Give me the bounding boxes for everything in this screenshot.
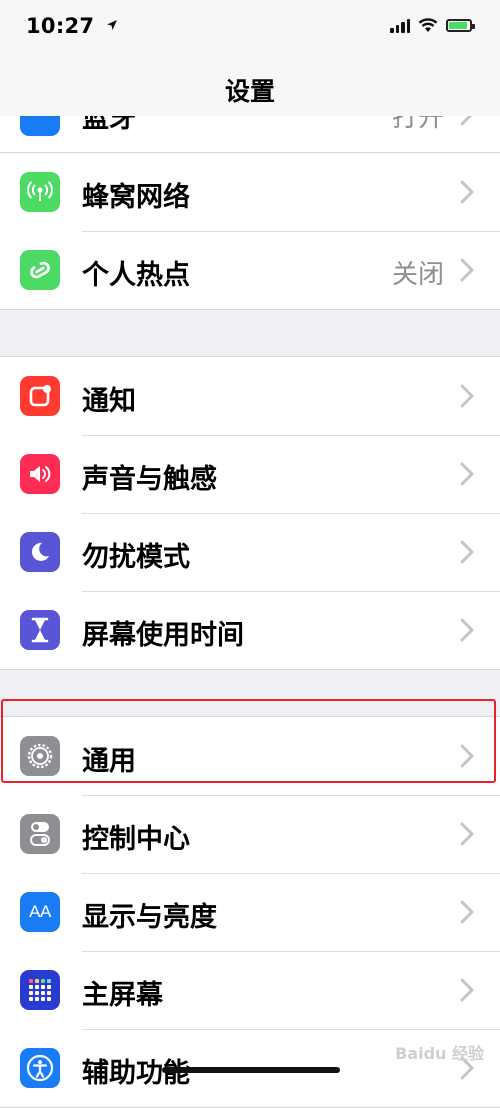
chevron-right-icon	[460, 978, 474, 1002]
row-label: 蓝牙	[82, 116, 136, 134]
status-bar: 10:27	[0, 0, 500, 58]
settings-row-do-not-disturb[interactable]: 勿扰模式	[0, 513, 500, 591]
row-label: 控制中心	[82, 824, 190, 855]
chevron-right-icon	[460, 822, 474, 846]
settings-group-notifications: 通知 声音与触感 勿扰模式 屏幕使用时间	[0, 356, 500, 670]
chevron-right-icon	[460, 116, 473, 126]
cellular-signal-icon	[390, 18, 410, 33]
home-indicator[interactable]	[162, 1067, 340, 1073]
row-value: 打开	[391, 116, 444, 133]
settings-row-sounds[interactable]: 声音与触感	[0, 435, 500, 513]
row-label: 个人热点	[82, 260, 190, 291]
chevron-right-icon	[460, 540, 474, 564]
moon-icon	[20, 532, 60, 572]
row-label: 显示与亮度	[82, 902, 217, 933]
chevron-right-icon	[460, 384, 474, 408]
bluetooth-icon	[20, 116, 60, 136]
settings-row-notifications[interactable]: 通知	[0, 357, 500, 435]
hotspot-icon	[20, 250, 60, 290]
chevron-right-icon	[460, 900, 474, 924]
row-label: 屏幕使用时间	[82, 620, 244, 651]
row-label: 勿扰模式	[82, 542, 190, 573]
sound-icon	[20, 454, 60, 494]
location-arrow-icon	[106, 20, 117, 30]
chevron-right-icon	[460, 618, 474, 642]
watermark: Baidu 经验	[395, 1044, 484, 1063]
settings-group-network: 蜂窝网络 个人热点 关闭	[0, 152, 500, 310]
settings-row-control-center[interactable]: 控制中心	[0, 795, 500, 873]
settings-row-cellular[interactable]: 蜂窝网络	[0, 153, 500, 231]
row-label: 蜂窝网络	[82, 182, 190, 213]
hourglass-icon	[20, 610, 60, 650]
navigation-bar: 设置	[0, 58, 500, 116]
settings-row-home-screen[interactable]: 主屏幕	[0, 951, 500, 1029]
settings-row-screen-time[interactable]: 屏幕使用时间	[0, 591, 500, 669]
page-title: 设置	[224, 77, 275, 106]
wifi-icon	[418, 18, 438, 32]
settings-row-bluetooth[interactable]: 蓝牙 打开	[0, 116, 500, 152]
battery-icon	[446, 19, 475, 32]
chevron-right-icon	[460, 462, 474, 486]
highlight-box	[1, 699, 496, 783]
row-value: 关闭	[391, 260, 444, 290]
row-label: 主屏幕	[82, 980, 163, 1011]
display-icon: AA	[20, 892, 60, 932]
notifications-icon	[20, 376, 60, 416]
row-label: 通知	[82, 386, 136, 417]
chevron-right-icon	[460, 258, 474, 282]
accessibility-icon	[20, 1048, 60, 1088]
settings-row-display[interactable]: AA 显示与亮度	[0, 873, 500, 951]
row-label: 声音与触感	[82, 464, 217, 495]
home-screen-icon	[20, 970, 60, 1010]
toggles-icon	[20, 814, 60, 854]
cellular-icon	[20, 172, 60, 212]
settings-row-hotspot[interactable]: 个人热点 关闭	[0, 231, 500, 309]
chevron-right-icon	[460, 180, 474, 204]
status-time: 10:27	[26, 14, 118, 38]
